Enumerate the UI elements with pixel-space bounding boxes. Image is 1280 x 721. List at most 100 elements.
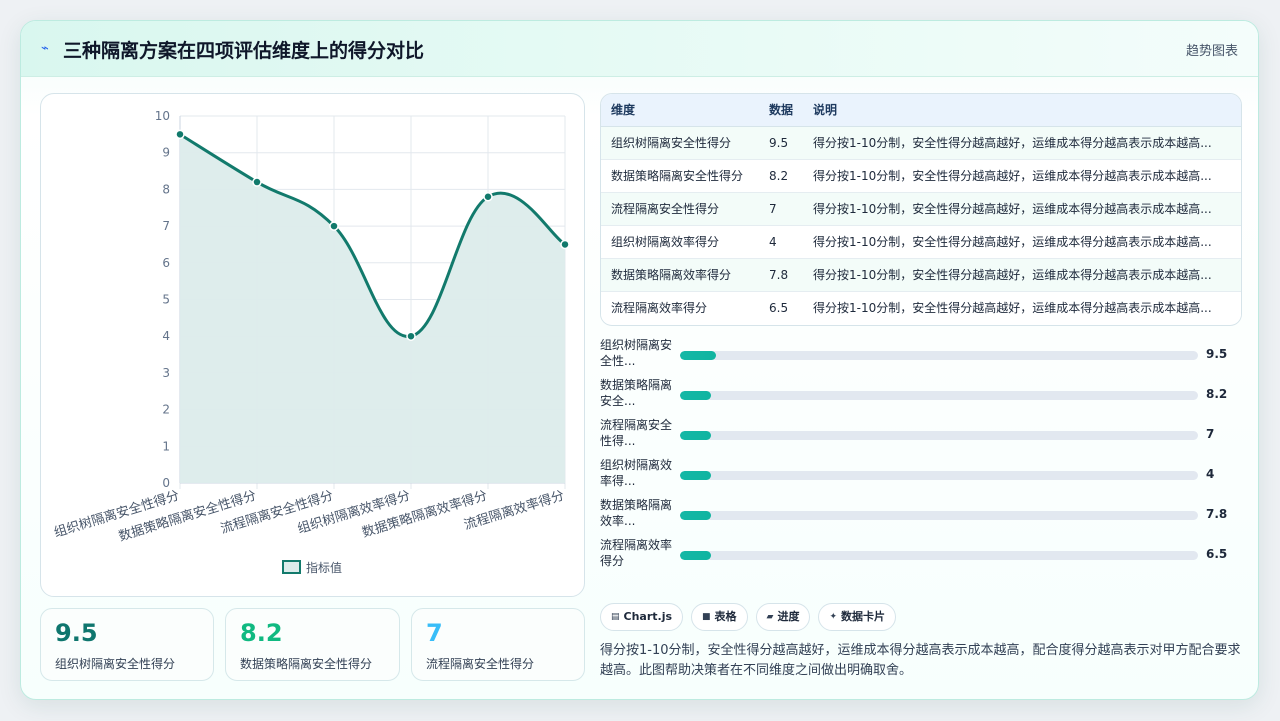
stat-card: 8.2 数据策略隔离安全性得分 xyxy=(225,608,400,681)
legend-label: 指标值 xyxy=(306,560,342,575)
table-row: 组织树隔离安全性得分 9.5 得分按1-10分制，安全性得分越高越好，运维成本得… xyxy=(601,126,1241,160)
table-row: 流程隔离安全性得分 7 得分按1-10分制，安全性得分越高越好，运维成本得分越高… xyxy=(601,192,1241,226)
table-cell: 组织树隔离效率得分 xyxy=(601,225,759,259)
progress-fill xyxy=(680,511,712,520)
progress-row: 流程隔离效率得分 6.5 xyxy=(600,537,1242,577)
feature-chips: ▤ Chart.js ■ 表格 ▰ 进度 ✦ 数据卡片 xyxy=(600,603,897,631)
progress-value: 6.5 xyxy=(1206,547,1228,561)
table-cell: 7.8 xyxy=(759,258,803,292)
table-header-row: 维度 数据 说明 xyxy=(601,94,1241,127)
progress-track xyxy=(680,551,1198,560)
data-point xyxy=(329,221,339,231)
y-tick-label: 10 xyxy=(155,109,170,123)
table-row: 数据策略隔离效率得分 7.8 得分按1-10分制，安全性得分越高越好，运维成本得… xyxy=(601,258,1241,292)
progress-icon: ▰ xyxy=(766,612,774,622)
progress-track xyxy=(680,351,1198,360)
table-cell: 数据策略隔离安全性得分 xyxy=(601,159,759,193)
chip-label: 进度 xyxy=(777,610,800,623)
data-point xyxy=(560,239,570,250)
data-point xyxy=(252,177,262,187)
progress-fill xyxy=(680,351,717,360)
chip-progress[interactable]: ▰ 进度 xyxy=(755,603,811,631)
data-point xyxy=(483,191,493,202)
progress-fill xyxy=(680,551,712,560)
page-title: 三种隔离方案在四项评估维度上的得分对比 xyxy=(63,40,425,62)
table-cell: 得分按1-10分制，安全性得分越高越好，运维成本得分越高表示成本越高... xyxy=(803,126,1241,160)
table-cell: 数据策略隔离效率得分 xyxy=(601,258,759,292)
progress-track xyxy=(680,431,1198,440)
stat-label: 流程隔离安全性得分 xyxy=(426,657,535,671)
progress-label: 流程隔离安全性得... xyxy=(600,418,673,448)
line-chart: 012345678910组织树隔离安全性得分数据策略隔离安全性得分流程隔离安全性… xyxy=(52,109,570,575)
series-area-fill xyxy=(180,134,565,483)
progress-row: 组织树隔离安全性... 9.5 xyxy=(600,337,1242,377)
progress-row: 组织树隔离效率得... 4 xyxy=(600,457,1242,497)
progress-value: 7.8 xyxy=(1206,507,1228,521)
table-cell: 7 xyxy=(759,192,803,226)
table-cell: 9.5 xyxy=(759,126,803,160)
stat-value: 7 xyxy=(426,619,443,647)
progress-track xyxy=(680,471,1198,480)
main-card: ⌁ 三种隔离方案在四项评估维度上的得分对比 趋势图表 0 1 2 3 4 5 6 7 8 9 10 组… xyxy=(20,20,1259,700)
chart-icon: ▤ xyxy=(611,612,620,622)
lightning-icon: ⌁ xyxy=(41,41,49,56)
chart-type-tag: 趋势图表 xyxy=(1185,44,1238,59)
card-header: ⌁ 三种隔离方案在四项评估维度上的得分对比 趋势图表 xyxy=(21,21,1258,77)
progress-value: 9.5 xyxy=(1206,347,1228,361)
table-row: 组织树隔离效率得分 4 得分按1-10分制，安全性得分越高越好，运维成本得分越高… xyxy=(601,225,1241,259)
chip-label: Chart.js xyxy=(623,610,673,623)
legend-swatch xyxy=(282,560,301,574)
progress-row: 数据策略隔离安全... 8.2 xyxy=(600,377,1242,417)
stat-value: 9.5 xyxy=(55,619,98,647)
x-tick-label: 组织树隔离安全性得分 xyxy=(52,488,181,541)
progress-label: 组织树隔离效率得... xyxy=(600,458,673,488)
chip-table[interactable]: ■ 表格 xyxy=(691,603,748,631)
table-row: 数据策略隔离安全性得分 8.2 得分按1-10分制，安全性得分越高越好，运维成本… xyxy=(601,159,1241,193)
line-chart-panel: 0 1 2 3 4 5 6 7 8 9 10 组织树隔离安全性得分 数据策略隔离安全性得分 流程隔离安全性… xyxy=(40,93,585,597)
y-tick-label: 4 xyxy=(162,329,170,343)
y-tick-label: 0 xyxy=(162,476,170,490)
y-tick-label: 8 xyxy=(162,182,170,196)
table-cell: 6.5 xyxy=(759,291,803,324)
y-tick-label: 7 xyxy=(162,219,170,233)
table-cell: 4 xyxy=(759,225,803,259)
y-tick-label: 1 xyxy=(162,439,170,453)
progress-list: 组织树隔离安全性... 9.5 数据策略隔离安全... 8.2 流程隔离安全性得… xyxy=(600,337,1242,577)
stat-value: 8.2 xyxy=(240,619,283,647)
y-tick-label: 5 xyxy=(162,293,170,307)
progress-label: 数据策略隔离效率... xyxy=(600,498,673,528)
chip-chartjs[interactable]: ▤ Chart.js xyxy=(600,603,684,631)
data-point xyxy=(175,129,185,140)
stat-card: 7 流程隔离安全性得分 xyxy=(411,608,585,681)
column-header: 数据 xyxy=(759,94,803,127)
y-tick-label: 3 xyxy=(162,366,170,380)
progress-fill xyxy=(680,391,712,400)
column-header: 说明 xyxy=(803,94,1241,127)
chart-description: 得分按1-10分制，安全性得分越高越好，运维成本得分越高表示成本越高，配合度得分… xyxy=(600,643,1241,678)
progress-label: 流程隔离效率得分 xyxy=(600,538,673,568)
x-tick-label: 数据策略隔离安全性得分 xyxy=(117,488,258,545)
table-cell: 得分按1-10分制，安全性得分越高越好，运维成本得分越高表示成本越高... xyxy=(803,291,1241,324)
table-cell: 得分按1-10分制，安全性得分越高越好，运维成本得分越高表示成本越高... xyxy=(803,192,1241,226)
table-cell: 流程隔离效率得分 xyxy=(601,291,759,324)
y-tick-label: 6 xyxy=(162,256,170,270)
x-tick-label: 数据策略隔离效率得分 xyxy=(360,488,489,541)
progress-track xyxy=(680,391,1198,400)
y-tick-label: 2 xyxy=(162,403,170,417)
progress-track xyxy=(680,511,1198,520)
table-cell: 8.2 xyxy=(759,159,803,193)
y-tick-label: 9 xyxy=(162,146,170,160)
chip-data-cards[interactable]: ✦ 数据卡片 xyxy=(818,603,897,631)
progress-value: 8.2 xyxy=(1206,387,1228,401)
chip-label: 数据卡片 xyxy=(841,610,886,623)
progress-row: 数据策略隔离效率... 7.8 xyxy=(600,497,1242,537)
table-cell: 组织树隔离安全性得分 xyxy=(601,126,759,160)
stat-card: 9.5 组织树隔离安全性得分 xyxy=(40,608,214,681)
data-point xyxy=(406,331,416,341)
progress-label: 组织树隔离安全性... xyxy=(600,338,673,368)
progress-value: 4 xyxy=(1206,467,1215,481)
table-cell: 得分按1-10分制，安全性得分越高越好，运维成本得分越高表示成本越高... xyxy=(803,159,1241,193)
progress-fill xyxy=(680,471,712,480)
table-cell: 得分按1-10分制，安全性得分越高越好，运维成本得分越高表示成本越高... xyxy=(803,258,1241,292)
progress-label: 数据策略隔离安全... xyxy=(600,378,673,408)
